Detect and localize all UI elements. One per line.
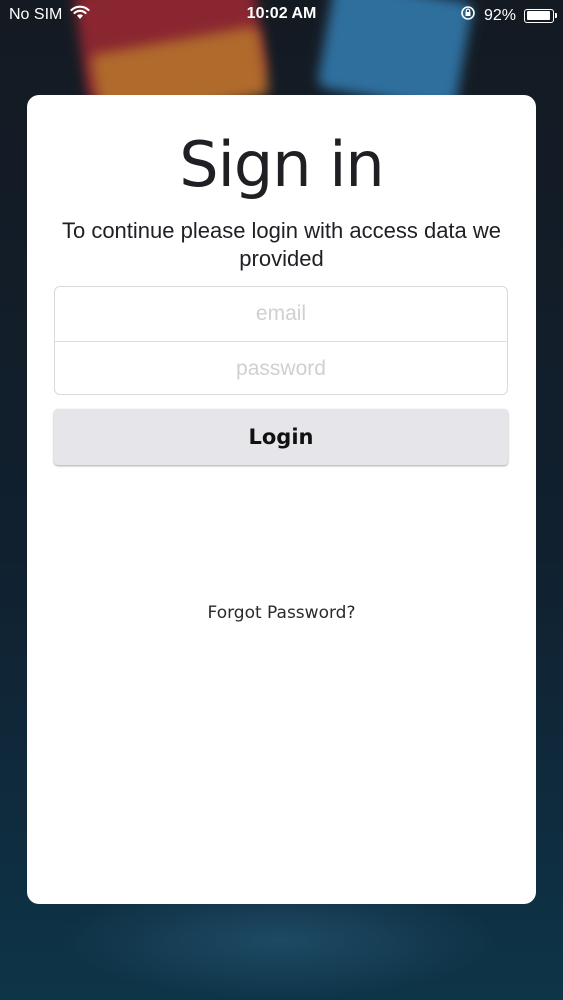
- credentials-group: [54, 286, 508, 395]
- orientation-lock-icon: [460, 5, 476, 26]
- forgot-password-link[interactable]: Forgot Password?: [0, 603, 563, 623]
- sign-in-instructions: To continue please login with access dat…: [61, 218, 502, 271]
- email-field[interactable]: [55, 287, 507, 341]
- login-button[interactable]: Login: [54, 409, 508, 465]
- battery-level: [526, 11, 550, 20]
- password-field[interactable]: [55, 342, 507, 394]
- battery-icon: [524, 8, 557, 23]
- battery-percent: 92%: [483, 6, 516, 24]
- status-bar: No SIM 10:02 AM 92%: [0, 0, 563, 30]
- status-bar-right: 92%: [460, 5, 557, 26]
- page-title: Sign in: [179, 128, 384, 201]
